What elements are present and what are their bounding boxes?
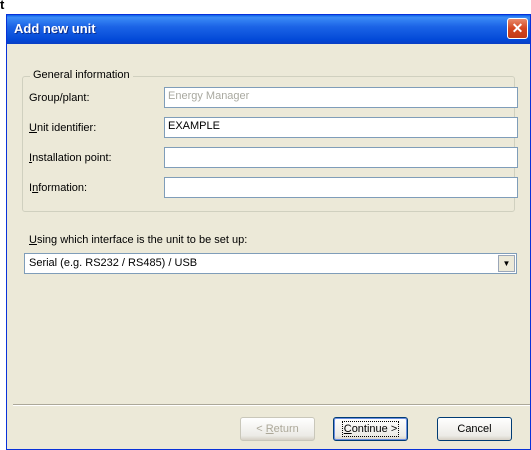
installation-point-label: Installation point: <box>29 152 112 164</box>
return-button[interactable]: < Return <box>240 417 315 441</box>
button-separator <box>13 404 530 406</box>
interface-question-label: Using which interface is the unit to be … <box>29 234 248 246</box>
group-plant-label: Group/plant: <box>29 92 90 104</box>
unit-identifier-label: Unit identifier: <box>29 122 97 134</box>
group-plant-field: Energy Manager <box>164 87 518 108</box>
cancel-button[interactable]: Cancel <box>437 417 512 441</box>
window-title: Add new unit <box>14 21 96 36</box>
installation-point-field[interactable] <box>164 147 518 168</box>
information-field[interactable] <box>164 177 518 198</box>
unit-identifier-field[interactable]: EXAMPLE <box>164 117 518 138</box>
interface-select[interactable]: Serial (e.g. RS232 / RS485) / USB ▼ <box>24 253 517 274</box>
continue-button[interactable]: Continue > <box>333 417 408 441</box>
information-label: Information: <box>29 182 88 194</box>
title-bar[interactable]: Add new unit ✕ <box>7 15 530 44</box>
chevron-down-icon[interactable]: ▼ <box>498 255 515 272</box>
close-icon[interactable]: ✕ <box>507 18 528 39</box>
interface-selected-value: Serial (e.g. RS232 / RS485) / USB <box>29 257 198 269</box>
general-information-legend: General information <box>30 69 133 81</box>
stray-character: t <box>0 0 5 12</box>
dialog-window: Add new unit ✕ General information Group… <box>6 14 531 450</box>
